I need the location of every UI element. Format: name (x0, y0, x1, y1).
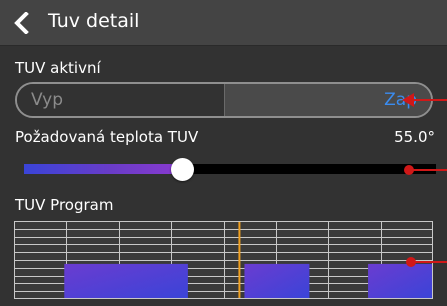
slider-thumb[interactable] (171, 158, 194, 181)
header-bar: Tuv detail (0, 0, 447, 46)
tuv-active-toggle[interactable]: Vyp Zap (15, 82, 433, 118)
temperature-label: Požadovaná teplota TUV (15, 128, 199, 146)
program-block (368, 263, 433, 299)
tuv-detail-screen: Tuv detail TUV aktivní Vyp Zap Požadovan… (0, 0, 447, 306)
temperature-value: 55.0° (394, 128, 435, 146)
page-title: Tuv detail (48, 10, 140, 32)
back-button[interactable] (10, 11, 32, 35)
tuv-active-label: TUV aktivní (15, 59, 101, 77)
toggle-off-option[interactable]: Vyp (17, 84, 224, 116)
program-label: TUV Program (15, 196, 114, 214)
temperature-slider[interactable] (24, 158, 436, 181)
program-chart[interactable] (14, 221, 433, 299)
slider-track-rest (183, 164, 436, 174)
chevron-left-icon (14, 12, 29, 34)
toggle-on-option[interactable]: Zap (223, 84, 431, 116)
program-block (64, 263, 188, 299)
slider-track-fill (24, 164, 183, 174)
program-grid (14, 221, 433, 299)
program-block (244, 263, 310, 299)
